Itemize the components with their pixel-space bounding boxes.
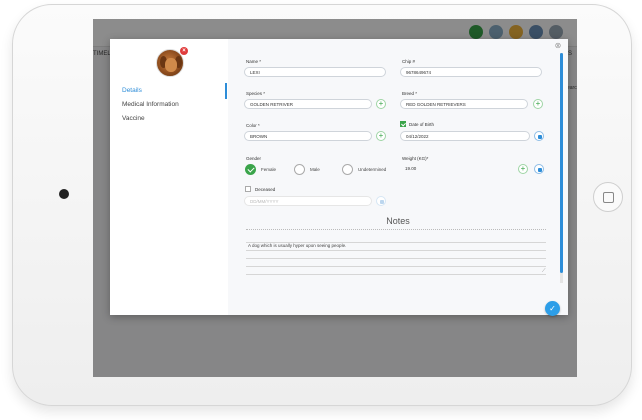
color-field[interactable]: BROWN bbox=[244, 131, 372, 141]
weight-label: Weight (KG)* bbox=[402, 156, 429, 161]
gender-undetermined-radio[interactable] bbox=[342, 164, 353, 175]
weight-history-icon[interactable] bbox=[534, 164, 544, 174]
chip-label: Chip # bbox=[402, 59, 416, 64]
add-weight-button[interactable]: + bbox=[518, 164, 528, 174]
save-button[interactable]: ✓ bbox=[545, 301, 560, 316]
date-of-birth-label: Date of Birth bbox=[409, 122, 435, 127]
gender-female-label: Female bbox=[261, 167, 277, 172]
screen: TIMELI S earch × Details Medical Informa… bbox=[93, 19, 577, 377]
sidebar-item-details[interactable]: Details bbox=[122, 87, 142, 94]
add-breed-button[interactable]: + bbox=[533, 99, 543, 109]
notes-text: A dog which is usually hyper upon seeing… bbox=[248, 243, 347, 248]
notes-textarea[interactable]: A dog which is usually hyper upon seeing… bbox=[246, 242, 546, 276]
gender-female-radio[interactable] bbox=[245, 164, 256, 175]
home-square-icon bbox=[603, 192, 614, 203]
notes-title: Notes bbox=[386, 216, 410, 226]
deceased-label: Deceased bbox=[255, 187, 276, 192]
active-tab-indicator bbox=[225, 83, 227, 99]
name-field[interactable]: LEXI bbox=[244, 67, 386, 77]
sidebar-item-medical-information[interactable]: Medical Information bbox=[122, 101, 179, 108]
deceased-checkbox[interactable] bbox=[245, 186, 251, 192]
weight-field[interactable]: 19.00 bbox=[400, 164, 512, 174]
species-label: Species * bbox=[246, 91, 266, 96]
tablet-frame: TIMELI S earch × Details Medical Informa… bbox=[12, 4, 632, 406]
species-field[interactable]: GOLDEN RETRIVER bbox=[244, 99, 372, 109]
add-species-button[interactable]: + bbox=[376, 99, 386, 109]
camera bbox=[59, 189, 69, 199]
deceased-calendar-icon[interactable] bbox=[376, 196, 386, 206]
name-label: Name * bbox=[246, 59, 262, 64]
add-color-button[interactable]: + bbox=[376, 131, 386, 141]
resize-handle-icon[interactable]: ⟋ bbox=[542, 268, 546, 274]
notes-divider bbox=[246, 229, 546, 230]
gender-label: Gender bbox=[246, 156, 262, 161]
modal-sidebar: × Details Medical Information Vaccine bbox=[110, 39, 228, 315]
date-of-birth-field[interactable]: 04/12/2022 bbox=[400, 131, 530, 141]
breed-field[interactable]: RED GOLDEN RETRIEVERS bbox=[400, 99, 528, 109]
gender-male-radio[interactable] bbox=[294, 164, 305, 175]
date-of-birth-checkbox[interactable] bbox=[400, 121, 406, 127]
chip-field[interactable]: 9678649674 bbox=[400, 67, 542, 77]
color-label: Color * bbox=[246, 123, 260, 128]
date-of-birth-calendar-icon[interactable] bbox=[534, 131, 544, 141]
close-icon[interactable]: ⊗ bbox=[553, 41, 563, 51]
remove-avatar-icon[interactable]: × bbox=[180, 47, 188, 55]
home-button[interactable] bbox=[593, 182, 623, 212]
gender-male-label: Male bbox=[310, 167, 320, 172]
breed-label: Breed * bbox=[402, 91, 418, 96]
sidebar-item-vaccine[interactable]: Vaccine bbox=[122, 115, 145, 122]
scrollbar-thumb[interactable] bbox=[560, 53, 563, 273]
pet-details-modal: × Details Medical Information Vaccine ⊗ … bbox=[110, 39, 568, 316]
gender-undetermined-label: Undetermined bbox=[358, 167, 387, 172]
deceased-date-field[interactable]: DD/MM/YYYY bbox=[244, 196, 372, 206]
